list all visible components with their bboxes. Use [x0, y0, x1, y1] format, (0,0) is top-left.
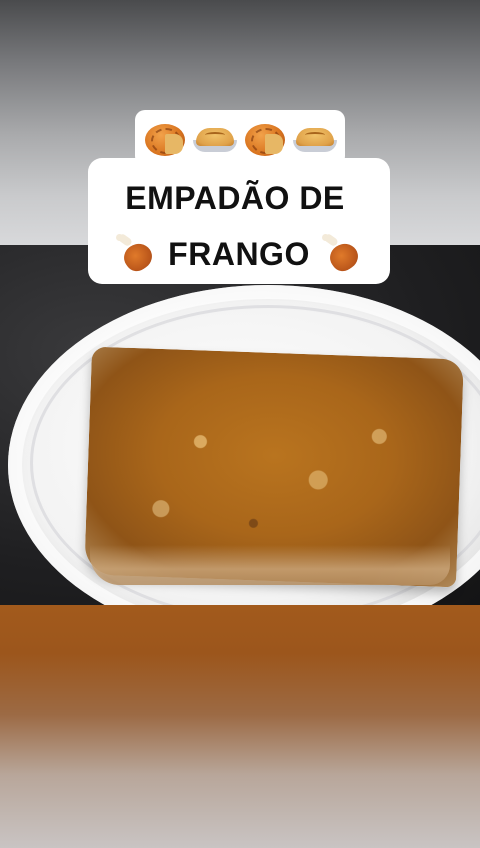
- pie-icon: [293, 118, 337, 158]
- drumstick-icon: [321, 232, 363, 276]
- pie-icon: [193, 118, 237, 158]
- title-line-1: EMPADÃO DE: [125, 180, 345, 216]
- title-line-2: FRANGO: [168, 235, 310, 272]
- emoji-row: [143, 118, 337, 158]
- mooncake-icon: [143, 118, 187, 158]
- title-sticker: EMPADÃO DE FRANGO: [88, 158, 390, 284]
- mooncake-icon: [243, 118, 287, 158]
- blurred-bottom-background: [0, 605, 480, 848]
- title-line-2-row: FRANGO: [88, 232, 390, 276]
- drumstick-icon: [116, 232, 158, 276]
- food-photo: [0, 245, 480, 605]
- pie-crust-edge: [90, 545, 450, 585]
